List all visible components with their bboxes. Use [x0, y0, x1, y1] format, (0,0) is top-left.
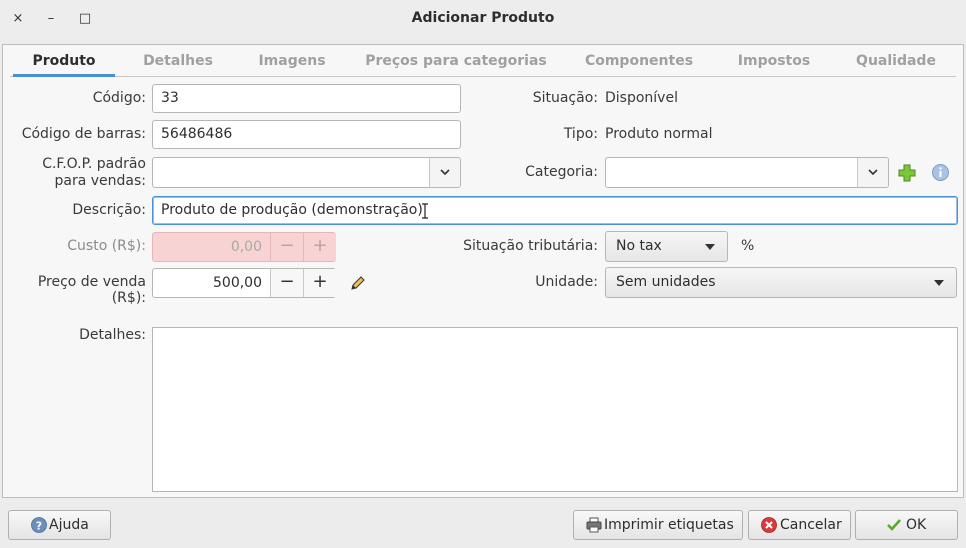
- tab-precos-categorias[interactable]: Preços para categorias: [356, 48, 556, 77]
- cfop-label: C.F.O.P. padrão para vendas:: [8, 156, 146, 190]
- custo-label: Custo (R$):: [67, 238, 146, 254]
- pencil-icon[interactable]: [349, 274, 367, 292]
- window-title: Adicionar Produto: [411, 10, 555, 26]
- text-cursor-icon: [422, 203, 428, 219]
- categoria-combo[interactable]: [605, 157, 889, 188]
- title-bar: × – □ Adicionar Produto: [0, 0, 966, 38]
- preco-venda-value[interactable]: 500,00: [153, 269, 270, 297]
- preco-venda-increment-button[interactable]: +: [303, 269, 336, 297]
- ok-button-label: OK: [906, 517, 927, 533]
- print-labels-button[interactable]: Imprimir etiquetas: [573, 510, 743, 540]
- situacao-label: Situação:: [532, 90, 598, 106]
- cancel-button-label: Cancelar: [780, 517, 842, 533]
- custo-decrement-button: −: [270, 233, 303, 261]
- tab-qualidade[interactable]: Qualidade: [844, 48, 948, 77]
- cfop-label-line1: C.F.O.P. padrão: [42, 156, 146, 172]
- percent-label: %: [741, 238, 755, 254]
- situacao-value: Disponível: [605, 90, 678, 106]
- cfop-dropdown-button[interactable]: [429, 158, 460, 187]
- cancel-button[interactable]: Cancelar: [748, 510, 851, 540]
- custo-increment-button: +: [303, 233, 336, 261]
- help-button-label: Ajuda: [49, 517, 89, 533]
- tab-produto[interactable]: Produto: [13, 48, 115, 77]
- detalhes-label: Detalhes:: [79, 327, 146, 343]
- custo-value: 0,00: [230, 239, 262, 255]
- situacao-tributaria-value: No tax: [616, 238, 662, 254]
- preco-venda-spin[interactable]: 500,00 − +: [152, 268, 336, 298]
- chevron-down-icon: [440, 169, 450, 176]
- help-button[interactable]: ? Ajuda: [8, 510, 111, 540]
- categoria-dropdown-button[interactable]: [857, 158, 888, 187]
- ok-button[interactable]: OK: [855, 510, 958, 540]
- descricao-input[interactable]: Produto de produção (demonstração): [152, 196, 958, 225]
- tab-detalhes[interactable]: Detalhes: [128, 48, 228, 77]
- plus-icon[interactable]: [898, 164, 916, 182]
- info-icon[interactable]: [931, 163, 950, 182]
- chevron-down-icon: [868, 169, 878, 176]
- tab-bar: Produto Detalhes Imagens Preços para cat…: [10, 48, 956, 77]
- codigo-barras-label: Código de barras:: [21, 126, 146, 142]
- printer-icon: [586, 517, 602, 533]
- tab-imagens[interactable]: Imagens: [242, 48, 342, 77]
- situacao-tributaria-label: Situação tributária:: [463, 238, 598, 254]
- cancel-icon: [761, 517, 777, 533]
- unidade-label: Unidade:: [535, 274, 598, 290]
- detalhes-textarea[interactable]: [152, 327, 958, 492]
- unidade-select[interactable]: Sem unidades: [605, 267, 957, 298]
- tipo-value: Produto normal: [605, 126, 713, 142]
- print-labels-button-label: Imprimir etiquetas: [604, 517, 734, 533]
- tab-componentes[interactable]: Componentes: [575, 48, 703, 77]
- tipo-label: Tipo:: [563, 126, 598, 142]
- codigo-barras-input[interactable]: 56486486: [152, 120, 461, 149]
- cfop-combo[interactable]: [152, 157, 461, 188]
- dropdown-arrow-icon: [934, 280, 944, 286]
- situacao-tributaria-select[interactable]: No tax: [605, 231, 728, 262]
- checkmark-icon: [887, 519, 901, 531]
- dropdown-arrow-icon: [705, 244, 715, 250]
- categoria-label: Categoria:: [525, 164, 598, 180]
- custo-spin: 0,00 − +: [152, 232, 336, 262]
- descricao-text: Produto de produção (demonstração): [161, 202, 423, 218]
- preco-venda-decrement-button[interactable]: −: [270, 269, 303, 297]
- svg-text:?: ?: [36, 520, 42, 533]
- codigo-input[interactable]: 33: [152, 84, 461, 113]
- cfop-label-line2: para vendas:: [54, 173, 147, 189]
- unidade-value: Sem unidades: [616, 274, 716, 290]
- tab-impostos[interactable]: Impostos: [722, 48, 826, 77]
- descricao-label: Descrição:: [72, 202, 146, 218]
- help-icon: ?: [31, 517, 47, 533]
- codigo-label: Código:: [92, 90, 146, 106]
- preco-venda-label: Preço de venda (R$):: [37, 274, 146, 306]
